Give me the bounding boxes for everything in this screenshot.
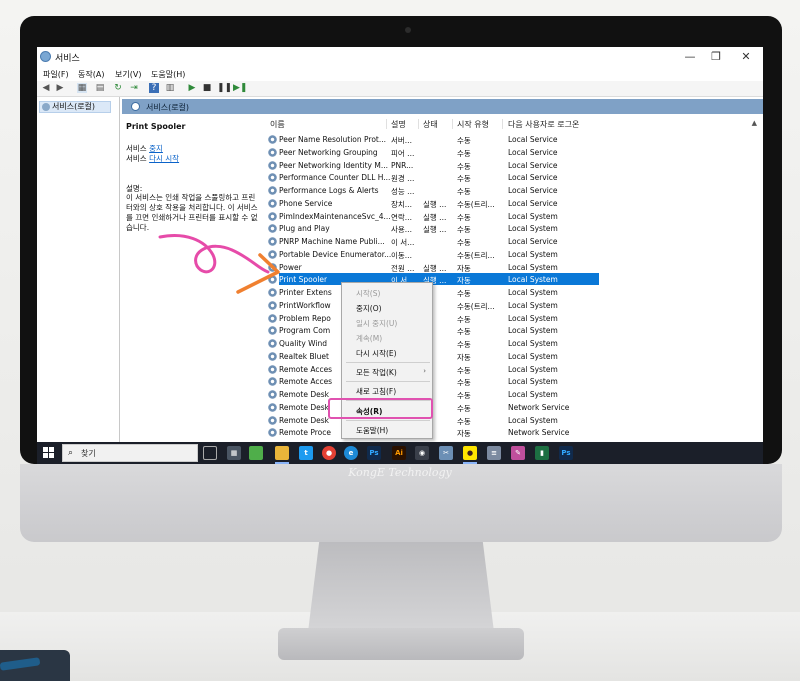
annotation-arrow [158, 234, 280, 294]
